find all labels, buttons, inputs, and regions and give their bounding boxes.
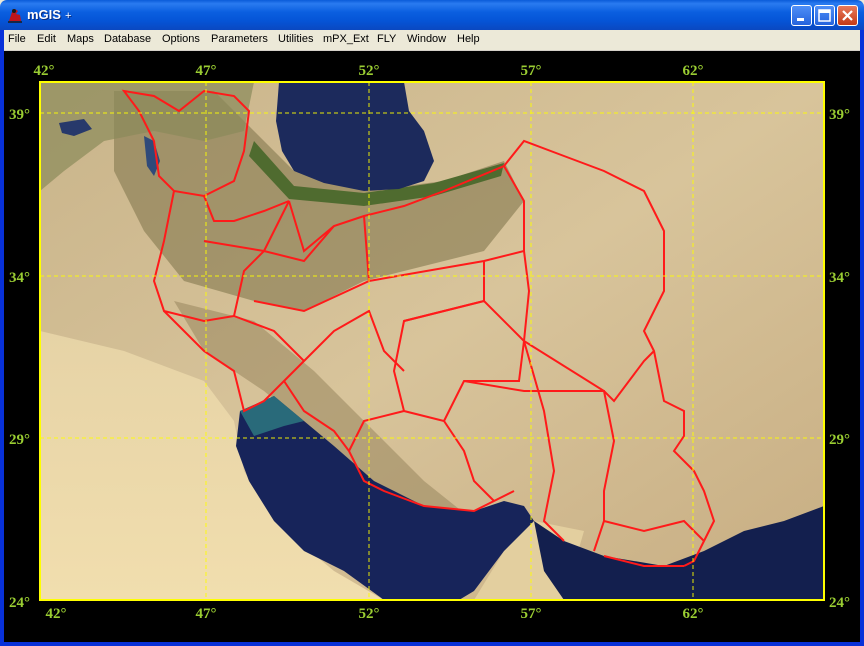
lat-label-right: 39° bbox=[829, 107, 850, 123]
window-title-suffix: + bbox=[64, 10, 72, 22]
menu-help[interactable]: Help bbox=[457, 33, 480, 45]
lon-label-bottom: 42° bbox=[46, 606, 67, 622]
menu-file[interactable]: File bbox=[8, 33, 26, 45]
title-bar[interactable]: mGIS + bbox=[0, 0, 864, 30]
lon-label-bottom: 62° bbox=[683, 606, 704, 622]
map-canvas[interactable]: 42° 47° 52° 57° 62° 42° 47° 52° 57° 62° … bbox=[4, 51, 860, 642]
lat-label-left: 29° bbox=[9, 432, 30, 448]
lon-label-bottom: 47° bbox=[196, 606, 217, 622]
window-border-left bbox=[0, 30, 4, 646]
window-border-right bbox=[860, 30, 864, 646]
menu-mpx-ext[interactable]: mPX_Ext bbox=[323, 33, 369, 45]
lon-label-top: 47° bbox=[196, 63, 217, 79]
menu-maps[interactable]: Maps bbox=[67, 33, 94, 45]
minimize-button[interactable] bbox=[791, 5, 812, 26]
lon-label-bottom: 52° bbox=[359, 606, 380, 622]
menu-database[interactable]: Database bbox=[104, 33, 151, 45]
app-window: mGIS + File Edit Maps Database Options Pa… bbox=[0, 0, 864, 646]
lon-label-top: 57° bbox=[521, 63, 542, 79]
lat-label-left: 24° bbox=[9, 595, 30, 611]
lat-label-right: 34° bbox=[829, 270, 850, 286]
longitude-labels-top: 42° 47° 52° 57° 62° bbox=[34, 63, 704, 79]
maximize-button[interactable] bbox=[814, 5, 835, 26]
menu-bar: File Edit Maps Database Options Paramete… bbox=[0, 30, 864, 51]
menu-window[interactable]: Window bbox=[407, 33, 446, 45]
longitude-labels-bottom: 42° 47° 52° 57° 62° bbox=[46, 606, 704, 622]
menu-options[interactable]: Options bbox=[162, 33, 200, 45]
menu-utilities[interactable]: Utilities bbox=[278, 33, 313, 45]
close-button[interactable] bbox=[837, 5, 858, 26]
menu-fly[interactable]: FLY bbox=[377, 33, 396, 45]
map-view[interactable]: 42° 47° 52° 57° 62° 42° 47° 52° 57° 62° … bbox=[4, 51, 860, 642]
lon-label-top: 62° bbox=[683, 63, 704, 79]
menu-edit[interactable]: Edit bbox=[37, 33, 56, 45]
lat-label-left: 39° bbox=[9, 107, 30, 123]
lon-label-top: 42° bbox=[34, 63, 55, 79]
window-border-bottom bbox=[0, 642, 864, 646]
window-title: mGIS + bbox=[27, 7, 71, 22]
menu-parameters[interactable]: Parameters bbox=[211, 33, 268, 45]
lat-label-right: 29° bbox=[829, 432, 850, 448]
close-icon bbox=[842, 10, 853, 21]
window-title-text: mGIS bbox=[27, 7, 61, 22]
lon-label-top: 52° bbox=[359, 63, 380, 79]
latitude-labels-right: 39° 34° 29° 24° bbox=[829, 107, 850, 611]
app-icon[interactable] bbox=[6, 6, 24, 24]
lon-label-bottom: 57° bbox=[521, 606, 542, 622]
maximize-icon bbox=[818, 9, 831, 22]
minimize-icon bbox=[797, 18, 804, 21]
lat-label-right: 24° bbox=[829, 595, 850, 611]
latitude-labels-left: 39° 34° 29° 24° bbox=[9, 107, 30, 611]
lat-label-left: 34° bbox=[9, 270, 30, 286]
